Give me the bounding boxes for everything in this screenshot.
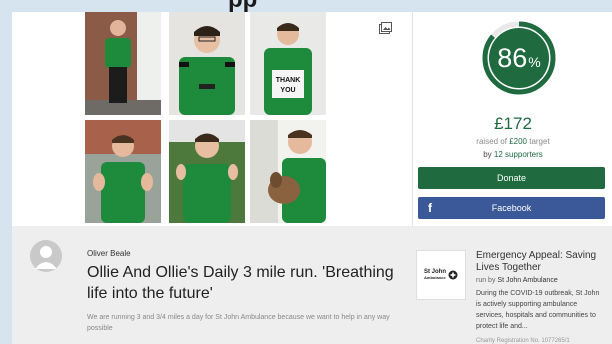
target-suffix: target	[527, 137, 550, 146]
gallery-photo[interactable]	[85, 12, 161, 115]
gallery-photo[interactable]	[85, 120, 161, 223]
donate-button-label: Donate	[496, 173, 527, 183]
supporters-line: by 12 supporters	[413, 150, 612, 159]
charity-registration: Charity Registration No. 1077265/1	[476, 338, 570, 344]
gallery-photo[interactable]	[169, 12, 245, 115]
donate-button[interactable]: Donate	[418, 167, 605, 189]
charity-appeal-title[interactable]: Emergency Appeal: Saving Lives Together	[476, 250, 606, 274]
supporters-by: by	[483, 150, 494, 159]
gallery-photo[interactable]	[169, 120, 245, 223]
progress-percent-value: 86	[497, 42, 528, 73]
gallery-photo[interactable]	[250, 120, 326, 223]
fundraiser-summary: We are running 3 and 3/4 miles a day for…	[87, 314, 390, 332]
avatar[interactable]	[30, 240, 62, 272]
svg-text:THANK: THANK	[276, 77, 301, 84]
page-header-title: pp	[228, 0, 257, 12]
facebook-share-button[interactable]: f Facebook	[418, 197, 605, 219]
page-header: pp	[0, 0, 612, 12]
gallery-photo[interactable]: THANK YOU	[250, 12, 326, 115]
target-amount: £200	[509, 137, 527, 146]
facebook-icon: f	[428, 201, 432, 215]
raised-target-line: raised of £200 target	[413, 137, 612, 146]
supporters-count[interactable]: 12 supporters	[494, 150, 543, 159]
facebook-button-label: Facebook	[491, 203, 532, 213]
progress-percent: 86%	[482, 21, 556, 95]
charity-run-by: run by St John Ambulance	[476, 277, 558, 284]
charity-cross-icon	[448, 270, 458, 280]
organiser-name[interactable]: Oliver Beale	[87, 249, 131, 258]
fundraiser-details: Oliver Beale Ollie And Ollie's Daily 3 m…	[12, 226, 612, 344]
progress-percent-sign: %	[528, 53, 541, 70]
charity-description: During the COVID-19 outbreak, St John is…	[476, 290, 600, 330]
svg-text:YOU: YOU	[280, 87, 295, 94]
gallery-expand-icon	[378, 21, 392, 39]
donation-sidebar: 86% £172 raised of £200 target by 12 sup…	[412, 12, 612, 226]
photo-gallery[interactable]: THANK YOU	[12, 12, 412, 226]
raised-prefix: raised of	[476, 137, 510, 146]
charity-name[interactable]: St John Ambulance	[497, 277, 557, 284]
gallery-expand-button[interactable]	[373, 18, 397, 42]
fundraiser-title: Ollie And Ollie's Daily 3 mile run. 'Bre…	[87, 264, 394, 302]
raised-amount: £172	[494, 114, 532, 133]
charity-logo-line2: Ambulance	[424, 275, 446, 280]
charity-logo[interactable]: St John Ambulance	[416, 250, 466, 300]
charity-run-by-prefix: run by	[476, 277, 498, 284]
fundraiser-card: THANK YOU 86 % £172 raised of £200 targe…	[12, 12, 612, 344]
charity-logo-wordmark: St John Ambulance	[424, 269, 446, 281]
